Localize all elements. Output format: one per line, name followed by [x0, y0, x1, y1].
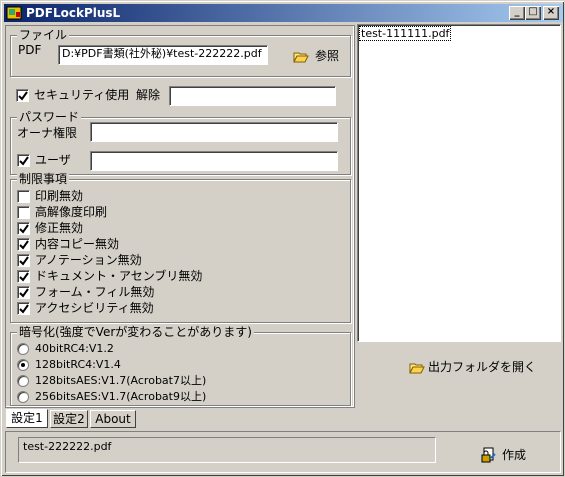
create-button-label: 作成 [502, 448, 527, 462]
minimize-button[interactable]: _ [509, 6, 525, 20]
user-password-check-box [17, 154, 30, 167]
restriction-check-box [17, 238, 30, 251]
encryption-group: 暗号化(強度でVerが変わることがあります) 40bitRC4:V1.2 128b… [10, 325, 351, 406]
check-mark-icon [19, 224, 29, 234]
encryption-option-label: 128bitRC4:V1.4 [35, 358, 121, 371]
password-group-label: パスワード [17, 110, 82, 124]
restriction-label: フォーム・フィル無効 [35, 285, 155, 299]
restriction-check-box [17, 286, 30, 299]
encryption-group-label: 暗号化(強度でVerが変わることがあります) [17, 325, 254, 339]
user-password-input[interactable] [90, 151, 338, 171]
restriction-check-box [17, 206, 30, 219]
radio-indicator [17, 391, 29, 403]
browse-button[interactable]: 参照 [293, 48, 343, 66]
restriction-label: 高解像度印刷 [35, 205, 108, 219]
tab-2[interactable]: 設定2 [50, 410, 88, 428]
file-list-item[interactable]: test-111111.pdf [358, 26, 452, 41]
unlock-label: 解除 [136, 88, 161, 102]
use-security-check-box [16, 89, 29, 102]
encryption-option-label: 256bitsAES:V1.7(Acrobat9以上) [35, 390, 207, 403]
file-group: ファイル PDF D:¥PDF書類(社外秘)¥test-222222.pdf 参… [10, 28, 351, 77]
restriction-label: アクセシビリティ無効 [35, 301, 154, 315]
folder-open-icon [409, 363, 425, 374]
unlock-password-input[interactable] [169, 86, 336, 106]
encryption-options: 40bitRC4:V1.2 128bitRC4:V1.4 128bitsAES:V1… [17, 342, 337, 406]
current-file-display: test-222222.pdf [18, 437, 436, 463]
tab-3[interactable]: About [90, 410, 136, 428]
restriction-check-box [17, 302, 30, 315]
radio-indicator [17, 359, 29, 371]
check-mark-icon [19, 240, 29, 250]
radio-indicator [17, 343, 29, 355]
pdf-label: PDF [18, 43, 42, 57]
browse-button-label: 参照 [315, 49, 340, 63]
restriction-label: 修正無効 [35, 221, 84, 235]
check-mark-icon [19, 256, 29, 266]
settings-panel: ファイル PDF D:¥PDF書類(社外秘)¥test-222222.pdf 参… [5, 25, 355, 408]
encryption-option-label: 128bitsAES:V1.7(Acrobat7以上) [35, 374, 207, 387]
check-mark-icon [19, 304, 29, 314]
restriction-label: 印刷無効 [35, 189, 84, 203]
current-file-name: test-222222.pdf [23, 440, 112, 453]
password-group: パスワード オーナ権限 ユーザ [10, 110, 351, 175]
owner-password-input[interactable] [90, 122, 338, 142]
lock-document-icon [481, 447, 496, 463]
file-group-label: ファイル [17, 28, 70, 42]
restriction-check-box [17, 270, 30, 283]
tab-strip: 設定1 設定2 About [6, 409, 206, 429]
file-list[interactable]: test-111111.pdf [357, 24, 561, 342]
create-button[interactable]: 作成 [481, 446, 541, 464]
check-mark-icon [19, 288, 29, 298]
restriction-label: 内容コピー無効 [35, 237, 120, 251]
encryption-option-label: 40bitRC4:V1.2 [35, 342, 114, 355]
app-window: PDFLockPlusL _ □ × ファイル PDF D:¥PDF書類(社外秘… [0, 0, 565, 477]
restrictions-group-label: 制限事項 [17, 172, 70, 186]
check-mark-icon [19, 156, 29, 166]
restrictions-group: 制限事項 印刷無効高解像度印刷 修正無効内容コピー無効アノテーション無効ドキュメン… [10, 172, 351, 323]
radio-indicator [17, 375, 29, 387]
open-output-folder-button[interactable]: 出力フォルダを開く [409, 359, 536, 377]
restrictions-list: 印刷無効高解像度印刷 修正無効内容コピー無効アノテーション無効ドキュメント・アセン… [17, 189, 337, 319]
use-security-label: セキュリティ使用 [34, 88, 130, 102]
restriction-check-box [17, 190, 30, 203]
check-mark-icon [18, 91, 28, 101]
pdf-path-input[interactable]: D:¥PDF書類(社外秘)¥test-222222.pdf [58, 45, 268, 65]
restriction-label: ドキュメント・アセンブリ無効 [35, 269, 203, 283]
open-output-folder-label: 出力フォルダを開く [428, 360, 537, 374]
owner-permission-label: オーナ権限 [17, 126, 78, 140]
tab-1[interactable]: 設定1 [6, 409, 48, 428]
user-password-label: ユーザ [35, 153, 71, 167]
folder-open-icon [293, 52, 309, 63]
restriction-label: アノテーション無効 [35, 253, 142, 267]
window-title: PDFLockPlusL [26, 6, 121, 20]
pdf-lock-app-icon [6, 6, 22, 20]
maximize-button[interactable]: □ [525, 6, 541, 20]
restriction-check-box [17, 254, 30, 267]
restriction-check-box [17, 222, 30, 235]
title-bar[interactable]: PDFLockPlusL _ □ × [4, 4, 563, 22]
check-mark-icon [19, 272, 29, 282]
close-button[interactable]: × [543, 6, 559, 20]
